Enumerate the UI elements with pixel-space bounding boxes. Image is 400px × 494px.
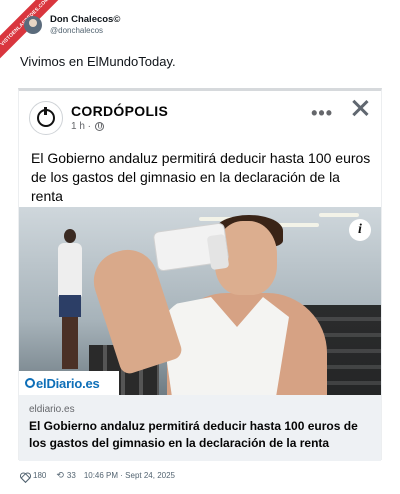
like-count[interactable]: 180 — [33, 471, 46, 480]
post-text: El Gobierno andaluz permitirá deducir ha… — [31, 150, 371, 204]
background-person — [55, 229, 85, 369]
article-photo[interactable]: i elDiario.es — [19, 207, 381, 395]
page-name[interactable]: CORDÓPOLIS — [71, 103, 168, 120]
link-title[interactable]: El Gobierno andaluz permitirá deducir ha… — [29, 418, 371, 452]
link-preview[interactable]: eldiario.es El Gobierno andaluz permitir… — [19, 395, 381, 461]
like-heart-icon[interactable] — [20, 472, 29, 480]
handle[interactable]: @donchalecos — [50, 26, 120, 36]
display-name[interactable]: Don Chalecos© — [50, 14, 120, 26]
brand-text: elDiario.es — [36, 375, 100, 391]
avatar[interactable] — [24, 16, 42, 34]
more-options-icon[interactable]: ••• — [311, 103, 333, 124]
facebook-post-card: CORDÓPOLIS 1 h · ••• El Gobierno andaluz… — [18, 88, 382, 461]
fb-meta: CORDÓPOLIS 1 h · — [71, 103, 168, 134]
post-time: 1 h · — [71, 120, 168, 134]
brand-logo: elDiario.es — [19, 371, 119, 395]
retweet-icon[interactable]: ⟲ — [56, 470, 64, 481]
page-logo-icon[interactable] — [29, 101, 63, 135]
retweet-count[interactable]: 33 — [67, 471, 76, 480]
fb-post-header: CORDÓPOLIS 1 h · — [29, 101, 168, 135]
close-icon[interactable] — [349, 97, 371, 119]
link-domain: eldiario.es — [29, 404, 75, 415]
tweet-footer: 180 ⟲ 33 10:46 PM · Sept 24, 2025 — [20, 470, 175, 481]
author-names: Don Chalecos© @donchalecos — [50, 14, 120, 36]
globe-icon — [95, 122, 105, 131]
tweet-header: Don Chalecos© @donchalecos — [20, 14, 120, 36]
post-time-text[interactable]: 1 h · — [71, 120, 91, 134]
timestamp[interactable]: 10:46 PM · Sept 24, 2025 — [84, 471, 175, 480]
tweet-text: Vivimos en ElMundoToday. — [20, 54, 176, 69]
brand-dot-icon — [25, 378, 35, 388]
info-icon[interactable]: i — [349, 219, 371, 241]
